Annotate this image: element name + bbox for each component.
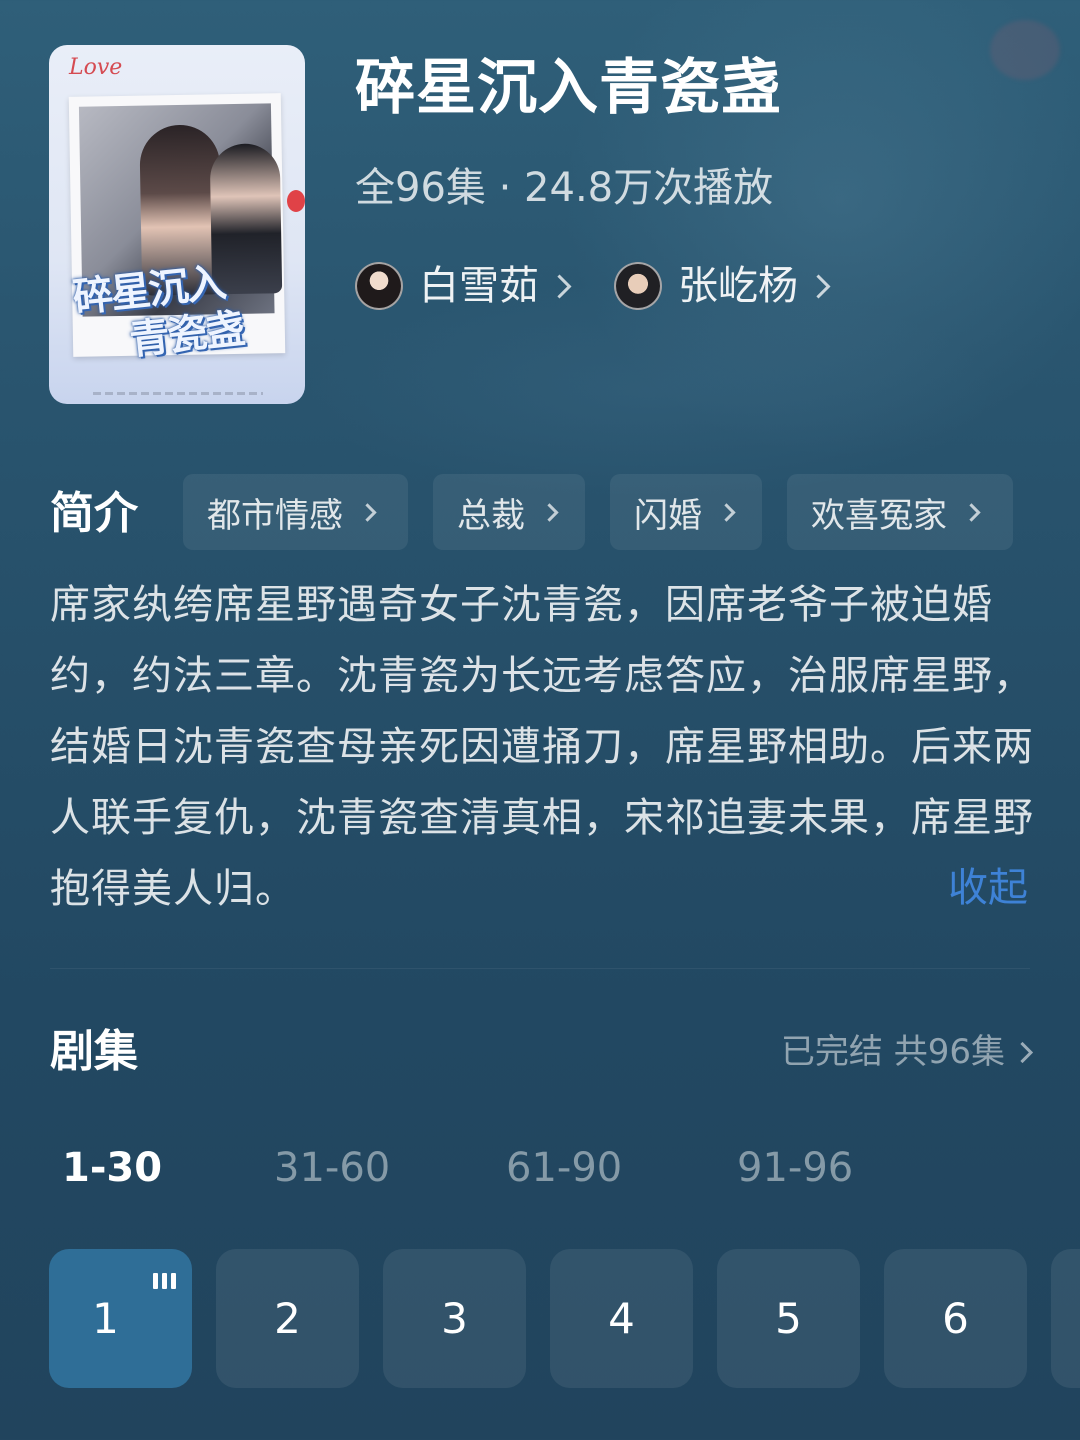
poster-love-badge: Love bbox=[69, 55, 123, 80]
episode-number: 2 bbox=[274, 1294, 301, 1343]
genre-tags: 都市情感 总裁 闪婚 欢喜冤家 bbox=[183, 474, 1038, 550]
episode-number: 4 bbox=[608, 1294, 635, 1343]
episode-button[interactable]: 4 bbox=[550, 1249, 693, 1388]
poster-credits bbox=[93, 392, 263, 395]
synopsis-text: 席家纨绔席星野遇奇女子沈青瓷，因席老爷子被迫婚约，约法三章。沈青瓷为长远考虑答应… bbox=[50, 582, 1034, 912]
range-tab-31-60[interactable]: 31-60 bbox=[274, 1140, 506, 1196]
episode-number: 6 bbox=[942, 1294, 969, 1343]
drama-poster[interactable]: Love 碎星沉入 青瓷盏 bbox=[49, 45, 305, 404]
chevron-right-icon bbox=[540, 502, 559, 522]
chevron-right-icon bbox=[547, 273, 572, 299]
drama-title: 碎星沉入青瓷盏 bbox=[355, 53, 782, 123]
intro-heading: 简介 bbox=[50, 488, 138, 539]
range-tab-61-90[interactable]: 61-90 bbox=[506, 1140, 737, 1196]
episode-button[interactable]: 5 bbox=[717, 1249, 860, 1388]
episode-number: 3 bbox=[441, 1294, 468, 1343]
tag-flash-marriage[interactable]: 闪婚 bbox=[610, 474, 762, 550]
cast-name: 张屹杨 bbox=[678, 263, 798, 309]
episode-button[interactable]: 2 bbox=[216, 1249, 359, 1388]
actress-avatar bbox=[355, 262, 403, 310]
now-playing-icon bbox=[153, 1271, 176, 1289]
episodes-heading: 剧集 bbox=[50, 1026, 138, 1077]
tag-ceo[interactable]: 总裁 bbox=[433, 474, 585, 550]
heart-icon bbox=[287, 190, 305, 212]
episodes-status-link[interactable]: 已完结 共96集 bbox=[781, 1028, 1034, 1076]
episode-button-current[interactable]: 1 bbox=[49, 1249, 192, 1388]
tag-love-hate[interactable]: 欢喜冤家 bbox=[787, 474, 1013, 550]
episode-number: 1 bbox=[92, 1294, 119, 1343]
range-tab-1-30[interactable]: 1-30 bbox=[62, 1140, 274, 1196]
episode-button[interactable]: 3 bbox=[383, 1249, 526, 1388]
episode-range-tabs: 1-30 31-60 61-90 91-96 bbox=[62, 1140, 937, 1196]
chevron-right-icon bbox=[358, 502, 377, 522]
episode-number: 5 bbox=[775, 1294, 802, 1343]
chevron-right-icon bbox=[1011, 1041, 1034, 1063]
tag-urban-romance[interactable]: 都市情感 bbox=[183, 474, 408, 550]
chevron-right-icon bbox=[962, 502, 981, 522]
episode-button[interactable]: 6 bbox=[884, 1249, 1027, 1388]
cast-name: 白雪茹 bbox=[419, 263, 539, 309]
episode-button-partial[interactable] bbox=[1051, 1249, 1080, 1388]
episode-grid: 1 2 3 4 5 6 bbox=[49, 1249, 1080, 1388]
chevron-right-icon bbox=[717, 502, 736, 522]
actor-avatar bbox=[614, 262, 662, 310]
chevron-right-icon bbox=[806, 273, 831, 299]
collapse-button[interactable]: 收起 bbox=[948, 860, 1028, 916]
cast-list: 白雪茹 张屹杨 bbox=[355, 258, 873, 314]
cast-item-actress[interactable]: 白雪茹 bbox=[355, 258, 572, 314]
section-divider bbox=[50, 968, 1030, 969]
range-tab-91-96[interactable]: 91-96 bbox=[737, 1140, 937, 1196]
cast-item-actor[interactable]: 张屹杨 bbox=[614, 258, 831, 314]
drama-stats: 全96集 · 24.8万次播放 bbox=[355, 165, 774, 211]
